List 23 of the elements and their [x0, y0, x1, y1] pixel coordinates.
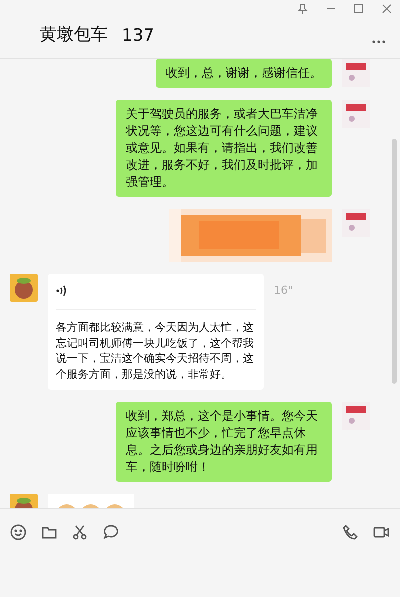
voice-duration: 16" [274, 284, 294, 297]
chat-title: 黄墩包车 [40, 24, 108, 46]
chat-icon[interactable] [103, 524, 120, 540]
voice-message[interactable]: 各方面都比较满意，今天因为人太忙，这忘记叫司机师傅一块儿吃饭了，这个帮我说一下，宝洁这个确实今天招待不周，这个服务方面，那是没的说，非常好。 [48, 274, 264, 390]
scissors-icon[interactable] [72, 524, 89, 540]
phone-icon[interactable] [342, 524, 359, 540]
close-icon[interactable] [382, 4, 392, 14]
scrollbar[interactable] [392, 139, 397, 384]
avatar [342, 209, 370, 237]
avatar [10, 274, 38, 302]
voice-transcript: 各方面都比较满意，今天因为人太忙，这忘记叫司机师傅一块儿吃饭了，这个帮我说一下，宝洁这个确实今天招待不周，这个服务方面，那是没的说，非常好。 [56, 309, 256, 382]
emoji-icon[interactable] [10, 524, 27, 540]
pin-icon[interactable] [298, 4, 308, 14]
message-bubble: 收到，郑总，这个是小事情。您今天应该事情也不少，忙完了您早点休息。之后您或身边的亲朋好友如有用车，随时吩咐！ [116, 402, 332, 482]
more-icon[interactable] [372, 40, 386, 44]
message-bubble: 收到，总，谢谢，感谢信任。 [156, 59, 332, 88]
maximize-icon[interactable] [354, 4, 364, 14]
avatar [342, 59, 370, 87]
voice-icon[interactable] [56, 285, 68, 297]
avatar [342, 100, 370, 128]
avatar [342, 402, 370, 430]
message-bubble: 关于驾驶员的服务，或者大巴车洁净状况等，您这边可有什么问题，建议或意见。如果有，请指出，我们改善改进，服务不好，我们及时批评，加强管理。 [116, 100, 332, 197]
member-count: 137 [122, 26, 154, 46]
